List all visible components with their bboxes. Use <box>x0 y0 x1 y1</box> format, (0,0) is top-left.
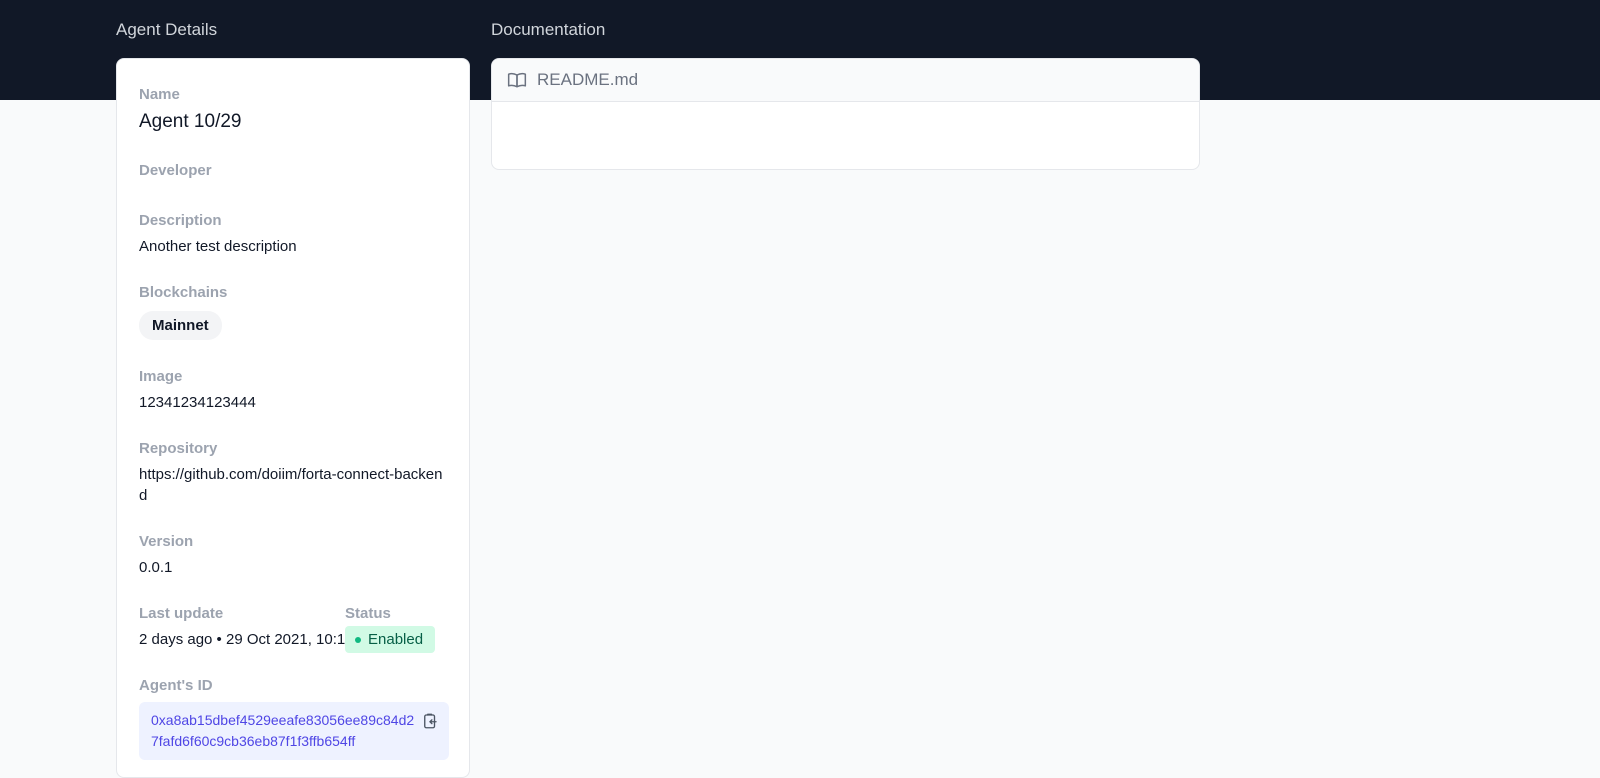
developer-field: Developer <box>139 162 451 179</box>
status-dot <box>355 636 361 643</box>
last-update-field: Last update 2 days ago • 29 Oct 2021, 10… <box>139 605 345 650</box>
name-field: Name Agent 10/29 <box>139 86 451 133</box>
agent-id-label: Agent's ID <box>139 677 213 694</box>
description-field: Description Another test description <box>139 212 451 257</box>
name-label: Name <box>139 86 180 103</box>
version-label: Version <box>139 533 194 550</box>
version-field: Version 0.0.1 <box>139 533 451 578</box>
agent-name: Agent 10/29 <box>139 111 242 132</box>
agent-id-box: 0xa8ab15dbef4529eeafe83056ee89c84d27fafd… <box>139 702 449 760</box>
image-field: Image 12341234123444 <box>139 368 451 413</box>
status-badge: Enabled <box>345 626 436 653</box>
last-update-label: Last update <box>139 605 224 622</box>
book-open-icon <box>507 72 527 88</box>
agent-details-card: Name Agent 10/29 Developer Description A… <box>116 58 470 778</box>
repository-label: Repository <box>139 440 218 457</box>
documentation-card: README.md <box>491 58 1200 170</box>
readme-filename: README.md <box>537 70 639 89</box>
agent-repository: https://github.com/doiim/forta-connect-b… <box>139 466 443 504</box>
blockchains-field: Blockchains Mainnet <box>139 284 451 340</box>
agent-id-field: Agent's ID 0xa8ab15dbef4529eeafe83056ee8… <box>139 677 451 760</box>
documentation-title: Documentation <box>491 20 606 39</box>
status-label: Status <box>345 605 391 622</box>
image-label: Image <box>139 368 183 385</box>
description-label: Description <box>139 212 222 229</box>
agent-last-update: 2 days ago • 29 Oct 2021, 10:17 <box>139 631 345 648</box>
agent-version: 0.0.1 <box>139 559 173 576</box>
status-text: Enabled <box>368 631 424 648</box>
agent-image: 12341234123444 <box>139 394 256 411</box>
readme-header: README.md <box>492 59 1199 102</box>
agent-description: Another test description <box>139 238 297 255</box>
blockchain-chip: Mainnet <box>139 311 222 340</box>
agent-id-value[interactable]: 0xa8ab15dbef4529eeafe83056ee89c84d27fafd… <box>151 712 414 749</box>
blockchains-label: Blockchains <box>139 284 228 301</box>
status-field: Status Enabled <box>345 605 445 653</box>
clipboard-copy-icon[interactable] <box>421 712 439 730</box>
developer-label: Developer <box>139 162 212 179</box>
agent-details-title: Agent Details <box>116 20 218 39</box>
repository-field: Repository https://github.com/doiim/fort… <box>139 440 451 506</box>
